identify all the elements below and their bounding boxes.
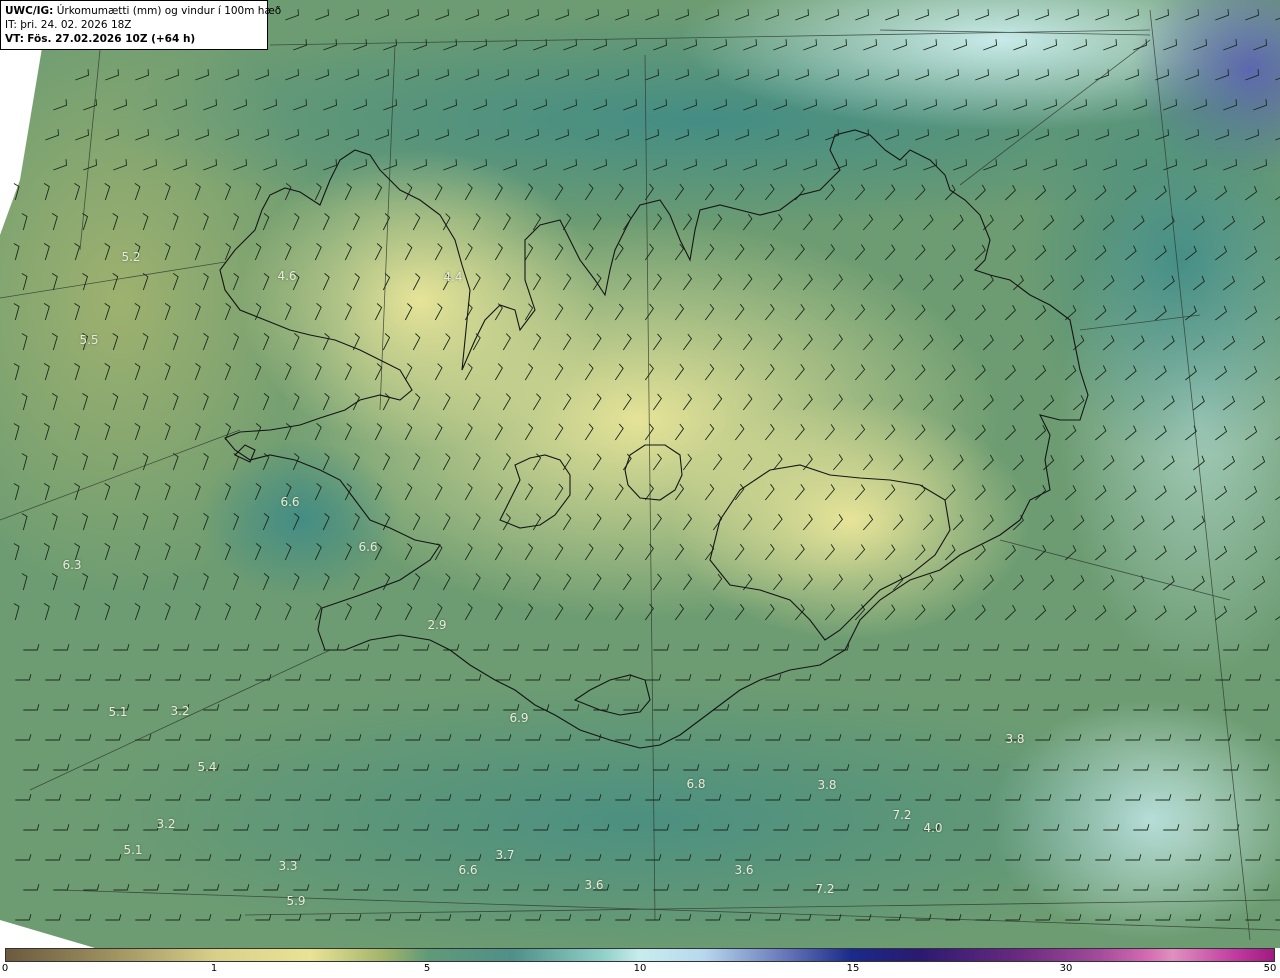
value-label: 3.7 <box>495 848 515 862</box>
map-info-box: UWC/IG: Úrkomumætti (mm) og vindur í 100… <box>0 0 281 50</box>
value-label: 6.6 <box>358 540 378 554</box>
colorbar-tick: 50 <box>1263 963 1277 974</box>
value-label: 3.8 <box>1005 732 1025 746</box>
value-label: 5.4 <box>197 760 217 774</box>
value-label: 7.2 <box>892 808 912 822</box>
value-label: 3.2 <box>170 704 190 718</box>
colorbar-tick: 15 <box>846 963 860 974</box>
value-label: 5.2 <box>121 250 141 264</box>
colorbar-tick: 5 <box>423 963 431 974</box>
colorbar-tick: 1 <box>210 963 218 974</box>
map-canvas <box>0 0 1280 948</box>
value-label: 3.6 <box>584 878 604 892</box>
model-label: UWC/IG: <box>5 5 54 17</box>
value-label: 2.9 <box>427 618 447 632</box>
value-label: 6.9 <box>509 711 529 725</box>
colorbar-tick: 0 <box>1 963 9 974</box>
value-label: 6.8 <box>686 777 706 791</box>
value-label: 4.6 <box>277 269 297 283</box>
map-title: Úrkomumætti (mm) og vindur í 100m hæð <box>56 5 282 17</box>
colorbar-strip <box>5 948 1275 962</box>
value-label: 3.3 <box>278 859 298 873</box>
value-label: 3.6 <box>734 863 754 877</box>
precipitation-field <box>0 0 1280 948</box>
value-label: 6.6 <box>280 495 300 509</box>
value-label: 5.1 <box>108 705 128 719</box>
value-label: 4.4 <box>443 270 463 284</box>
value-label: 5.5 <box>79 333 99 347</box>
value-label: 5.1 <box>123 843 143 857</box>
value-label: 3.8 <box>817 778 837 792</box>
value-label: 5.9 <box>286 894 306 908</box>
init-time: IT: þri. 24. 02. 2026 18Z <box>5 19 132 31</box>
value-label: 6.6 <box>458 863 478 877</box>
valid-time-prefix: VT: <box>5 33 24 45</box>
valid-time-line: VT: Fös. 27.02.2026 10Z (+64 h) <box>5 32 263 46</box>
value-label: 7.2 <box>815 882 835 896</box>
title-line: UWC/IG: Úrkomumætti (mm) og vindur í 100… <box>5 4 281 18</box>
colorbar-tick: 30 <box>1059 963 1073 974</box>
precipitation-map[interactable]: 5.2 5.5 4.6 4.4 6.6 6.6 6.3 2.9 5.1 3.2 … <box>0 0 1280 948</box>
colorbar: 0 1 5 10 15 30 50 <box>0 948 1280 978</box>
value-label: 4.0 <box>923 821 943 835</box>
value-label: 3.2 <box>156 817 176 831</box>
valid-time: Fös. 27.02.2026 10Z (+64 h) <box>27 33 196 45</box>
value-label: 6.3 <box>62 558 82 572</box>
colorbar-tick: 10 <box>633 963 647 974</box>
